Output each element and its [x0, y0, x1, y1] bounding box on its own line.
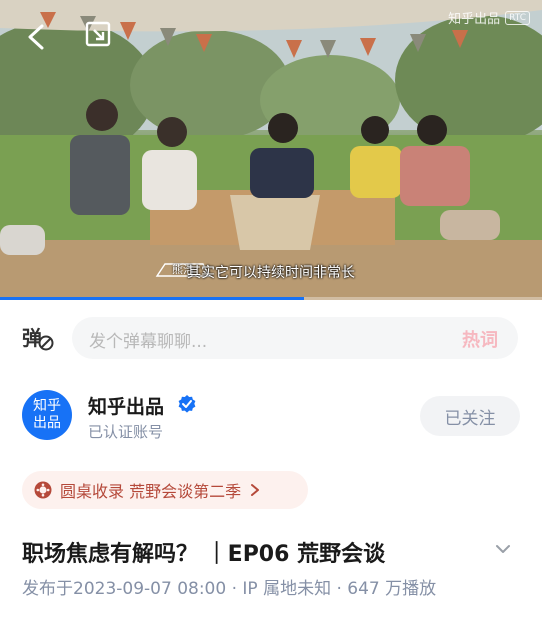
chevron-right-icon — [251, 484, 260, 496]
video-title: 职场焦虑有解吗？ ｜EP06 荒野会谈 — [22, 542, 386, 567]
verified-badge-icon — [178, 395, 196, 413]
video-player[interactable]: 知乎出品 RTC 熊浩 其实它可以持续时间非常长 — [0, 0, 542, 300]
svg-text:弹: 弹 — [22, 326, 42, 350]
author-avatar[interactable]: 知乎 出品 — [22, 390, 72, 440]
watermark-text: 知乎出品 — [448, 12, 501, 27]
follow-button[interactable]: 已关注 — [420, 396, 520, 436]
danmaku-toggle-icon[interactable]: 弹 — [20, 322, 54, 352]
danmaku-placeholder: 发个弹幕聊聊... — [89, 332, 208, 352]
video-progress-fill — [0, 297, 304, 300]
author-verification-text: 已认证账号 — [88, 423, 164, 441]
collection-text: 圆桌收录 荒野会谈第二季 — [60, 482, 242, 501]
watermark-badge: RTC — [505, 10, 530, 25]
zhihu-watermark: 知乎出品 RTC — [448, 8, 530, 27]
avatar-text-line1: 知乎 — [33, 398, 61, 414]
author-name[interactable]: 知乎出品 — [88, 392, 164, 419]
hot-words-button[interactable]: 热词 — [462, 326, 498, 352]
video-progress-bar[interactable] — [0, 297, 542, 300]
video-frame — [0, 0, 542, 300]
picture-in-picture-icon[interactable] — [84, 20, 114, 50]
back-arrow-icon[interactable] — [24, 22, 50, 52]
video-meta: 发布于2023-09-07 08:00 · IP 属地未知 · 647 万播放 — [22, 579, 437, 599]
collection-chip[interactable]: 圆桌收录 荒野会谈第二季 — [22, 471, 308, 509]
danmaku-input[interactable]: 发个弹幕聊聊... 热词 — [72, 317, 518, 359]
video-subtitle: 其实它可以持续时间非常长 — [187, 265, 355, 281]
roundtable-icon — [34, 481, 52, 499]
avatar-text-line2: 出品 — [33, 415, 61, 431]
chevron-down-icon[interactable] — [494, 542, 512, 556]
